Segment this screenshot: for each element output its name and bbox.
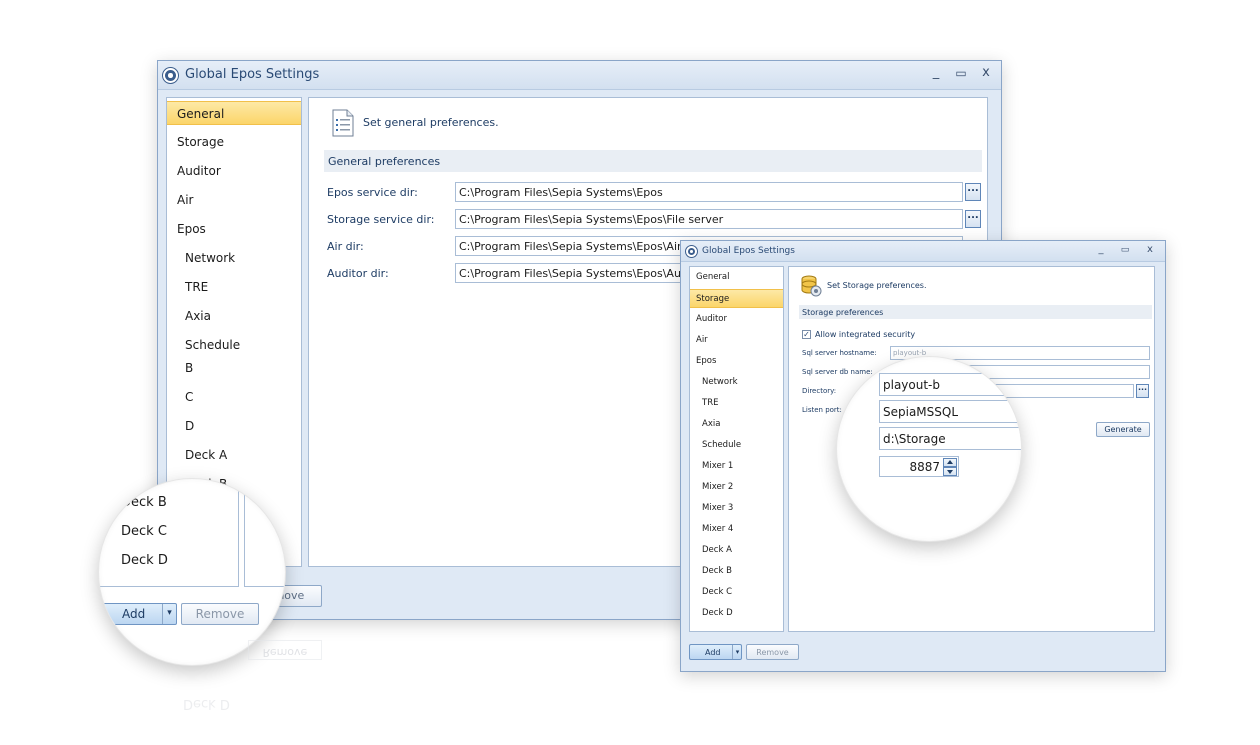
storage-magnifier: playout-b SepiaMSSQL d:\Storage 8887 bbox=[836, 356, 1022, 542]
nav-item-mixer-2[interactable]: Mixer 2 bbox=[690, 478, 783, 497]
nav-item-tre[interactable]: TRE bbox=[167, 275, 301, 299]
nav-item-axia[interactable]: Axia bbox=[690, 415, 783, 434]
nav-item-deck-a[interactable]: Deck A bbox=[167, 443, 301, 467]
storage-title-bar[interactable]: Global Epos Settings _ ▭ x bbox=[681, 241, 1165, 262]
directory-label: Directory: bbox=[802, 387, 837, 395]
epos-service-dir-input[interactable]: C:\Program Files\Sepia Systems\Epos bbox=[455, 182, 963, 202]
main-header-text: Set general preferences. bbox=[363, 116, 499, 129]
epos-service-dir-label: Epos service dir: bbox=[327, 186, 418, 199]
epos-service-dir-browse-button[interactable]: ... bbox=[965, 183, 981, 201]
nav-item-air[interactable]: Air bbox=[167, 188, 301, 212]
storage-remove-button[interactable]: Remove bbox=[746, 644, 799, 660]
nav-item-tre[interactable]: TRE bbox=[690, 394, 783, 413]
storage-add-button[interactable]: Add ▾ bbox=[689, 644, 742, 660]
nav-item-auditor[interactable]: Auditor bbox=[167, 159, 301, 183]
nav-item-general[interactable]: General bbox=[690, 268, 783, 287]
nav-item-epos[interactable]: Epos bbox=[167, 217, 301, 241]
nav-item-axia[interactable]: Axia bbox=[167, 304, 301, 328]
add-button[interactable]: Add ▾ bbox=[103, 603, 177, 625]
minimize-icon[interactable]: _ bbox=[1095, 244, 1107, 255]
nav-item-storage[interactable]: Storage bbox=[690, 289, 783, 308]
magnified-port-input[interactable]: 8887 bbox=[879, 456, 959, 477]
storage-service-dir-input[interactable]: C:\Program Files\Sepia Systems\Epos\File… bbox=[455, 209, 963, 229]
nav-item-mixer-1[interactable]: Mixer 1 bbox=[690, 457, 783, 476]
sql-db-name-label: Sql server db name: bbox=[802, 368, 873, 376]
air-dir-label: Air dir: bbox=[327, 240, 364, 253]
listen-port-label: Listen port: bbox=[802, 406, 842, 414]
magnified-nav-item[interactable]: Deck B bbox=[121, 495, 167, 510]
storage-add-button-label: Add bbox=[705, 648, 721, 657]
storage-service-dir-browse-button[interactable]: ... bbox=[965, 210, 981, 228]
storage-nav-list[interactable]: General Storage Auditor Air Epos Network TRE Ax… bbox=[689, 266, 784, 632]
database-icon bbox=[801, 275, 822, 297]
main-magnifier: Deck B Deck C Deck D Add ▾ Remove bbox=[98, 478, 286, 666]
storage-header-text: Set Storage preferences. bbox=[827, 281, 927, 290]
main-window-title: Global Epos Settings bbox=[185, 67, 320, 82]
storage-service-dir-label: Storage service dir: bbox=[327, 213, 435, 226]
main-title-bar[interactable]: Global Epos Settings _ ▭ x bbox=[158, 61, 1001, 90]
magnified-content-edge bbox=[244, 479, 285, 587]
integrated-security-label: Allow integrated security bbox=[815, 330, 916, 339]
chevron-down-icon[interactable]: ▾ bbox=[162, 604, 176, 624]
reflected-nav-item: Deck D bbox=[183, 696, 230, 711]
chevron-down-icon[interactable]: ▾ bbox=[732, 645, 742, 659]
nav-item-d[interactable]: D bbox=[167, 414, 301, 438]
app-logo-icon bbox=[686, 246, 697, 257]
generate-button[interactable]: Generate bbox=[1096, 422, 1150, 437]
reflected-remove-button: Remove bbox=[248, 640, 322, 660]
nav-item-network[interactable]: Network bbox=[167, 246, 301, 270]
storage-window-title: Global Epos Settings bbox=[702, 246, 795, 256]
magnified-nav-item[interactable]: Deck D bbox=[121, 553, 168, 568]
magnified-directory-input[interactable]: d:\Storage bbox=[879, 427, 1021, 450]
app-logo-icon bbox=[163, 68, 178, 83]
nav-item-storage[interactable]: Storage bbox=[167, 130, 301, 154]
nav-item-air[interactable]: Air bbox=[690, 331, 783, 350]
magnified-port-value: 8887 bbox=[909, 460, 940, 474]
nav-item-schedule[interactable]: Schedule bbox=[167, 333, 301, 357]
storage-preferences-section: Storage preferences bbox=[799, 305, 1152, 319]
magnified-db-name-input[interactable]: SepiaMSSQL bbox=[879, 400, 1021, 423]
port-spin-down-icon[interactable] bbox=[943, 467, 957, 476]
nav-item-mixer-4[interactable]: Mixer 4 bbox=[690, 520, 783, 539]
port-spin-up-icon[interactable] bbox=[943, 458, 957, 467]
magnified-nav-list bbox=[99, 479, 239, 587]
nav-item-epos[interactable]: Epos bbox=[690, 352, 783, 371]
nav-item-deck-a[interactable]: Deck A bbox=[690, 541, 783, 560]
minimize-icon[interactable]: _ bbox=[928, 65, 944, 80]
nav-item-deck-b[interactable]: Deck B bbox=[690, 562, 783, 581]
nav-item-deck-c[interactable]: Deck C bbox=[690, 583, 783, 602]
auditor-dir-label: Auditor dir: bbox=[327, 267, 389, 280]
magnified-nav-item[interactable]: Deck C bbox=[121, 524, 167, 539]
nav-item-general[interactable]: General bbox=[167, 101, 301, 125]
nav-item-c[interactable]: C bbox=[167, 385, 301, 409]
close-icon[interactable]: x bbox=[978, 65, 994, 80]
sql-hostname-label: Sql server hostname: bbox=[802, 349, 877, 357]
magnified-hostname-input[interactable]: playout-b bbox=[879, 373, 1021, 396]
nav-item-b[interactable]: B bbox=[167, 356, 301, 380]
add-button-label: Add bbox=[122, 607, 146, 621]
document-list-icon bbox=[332, 109, 354, 137]
nav-item-schedule[interactable]: Schedule bbox=[690, 436, 783, 455]
general-preferences-section: General preferences bbox=[324, 150, 982, 172]
directory-browse-button[interactable]: ... bbox=[1136, 384, 1149, 398]
maximize-icon[interactable]: ▭ bbox=[953, 66, 969, 80]
nav-item-network[interactable]: Network bbox=[690, 373, 783, 392]
nav-item-auditor[interactable]: Auditor bbox=[690, 310, 783, 329]
integrated-security-checkbox[interactable]: ✓ bbox=[802, 330, 811, 339]
nav-item-mixer-3[interactable]: Mixer 3 bbox=[690, 499, 783, 518]
nav-item-deck-d[interactable]: Deck D bbox=[690, 604, 783, 623]
maximize-icon[interactable]: ▭ bbox=[1119, 245, 1131, 255]
remove-button[interactable]: Remove bbox=[181, 603, 259, 625]
close-icon[interactable]: x bbox=[1144, 244, 1156, 255]
